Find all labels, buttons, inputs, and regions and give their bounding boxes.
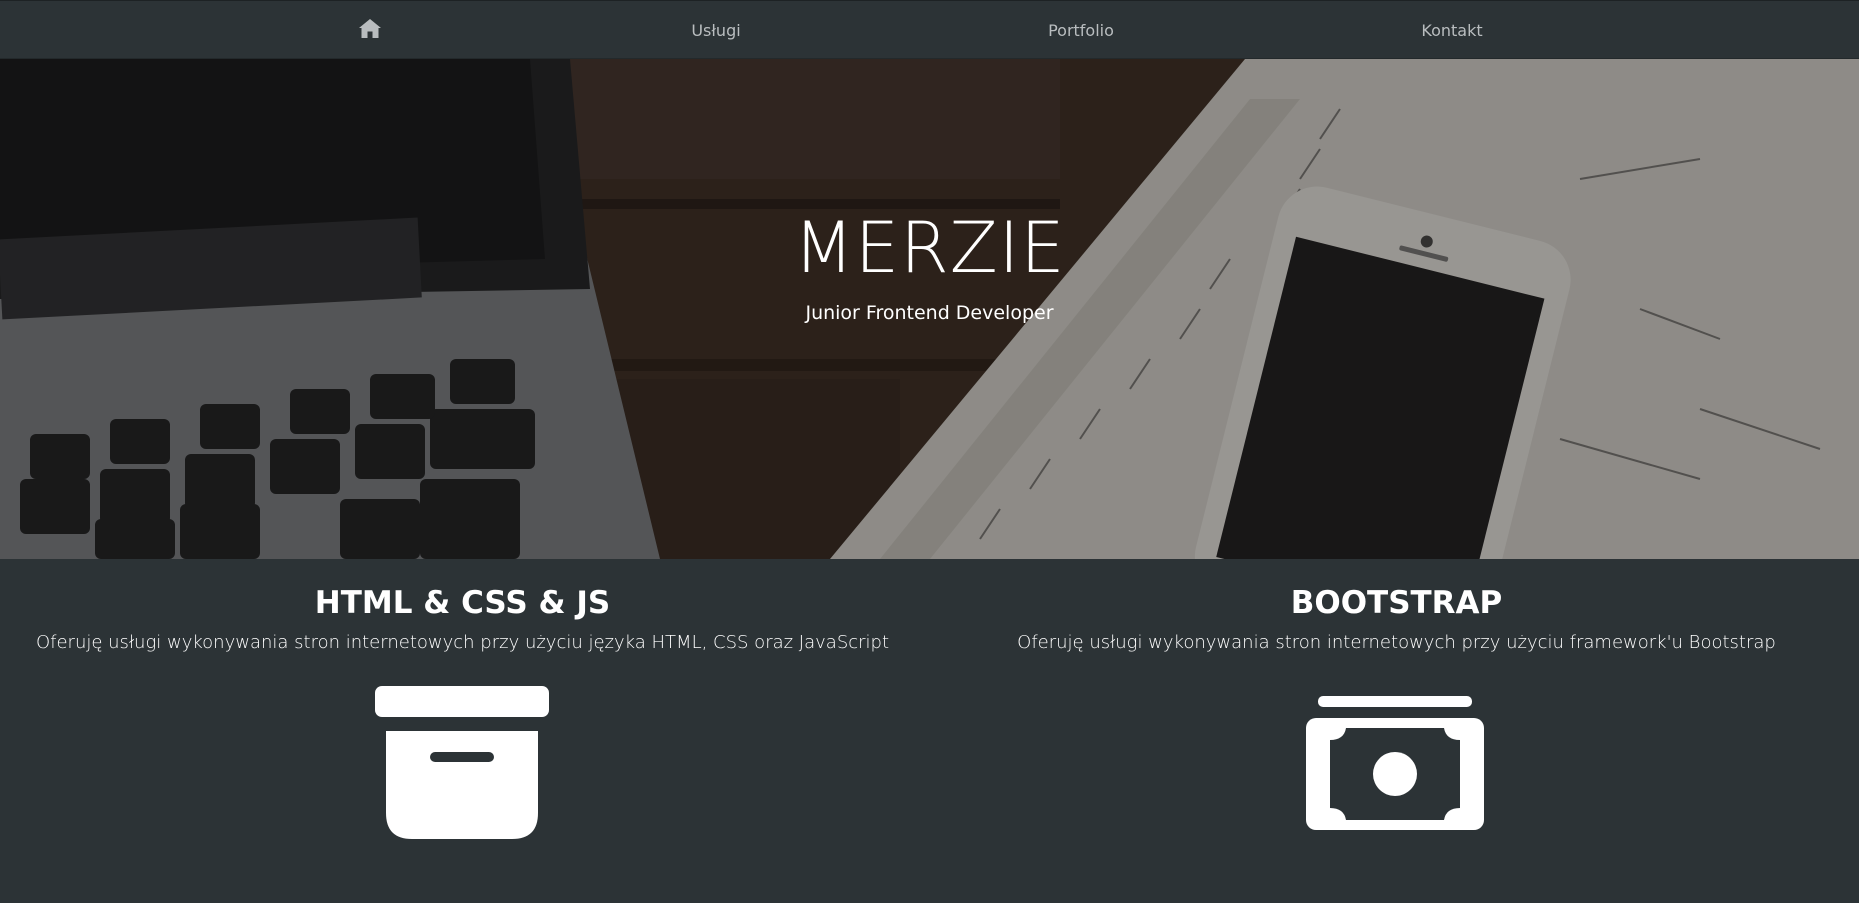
hero-subtitle: Junior Frontend Developer <box>805 302 1054 324</box>
home-icon <box>358 17 382 43</box>
hero-title: MERZIE <box>793 207 1066 289</box>
nav-link-portfolio[interactable]: Portfolio <box>1031 1 1131 59</box>
navbar: Usługi Portfolio Kontakt <box>0 0 1859 59</box>
service-html-css-js: HTML & CSS & JS Oferuję usługi wykonywan… <box>0 584 925 653</box>
service-bootstrap: BOOTSTRAP Oferuję usługi wykonywania str… <box>934 584 1859 653</box>
service-title: HTML & CSS & JS <box>314 585 611 621</box>
service-title: BOOTSTRAP <box>1290 585 1503 621</box>
nav-link-uslugi[interactable]: Usługi <box>666 1 766 59</box>
nav-home-link[interactable] <box>350 1 390 59</box>
money-bill-icon <box>1306 696 1484 834</box>
service-description: Oferuję usługi wykonywania stron interne… <box>1017 632 1776 653</box>
service-description: Oferuję usługi wykonywania stron interne… <box>35 632 890 653</box>
hero-section: MERZIE Junior Frontend Developer <box>0 59 1859 559</box>
nav-link-kontakt[interactable]: Kontakt <box>1402 1 1502 59</box>
archive-box-icon <box>374 685 550 845</box>
